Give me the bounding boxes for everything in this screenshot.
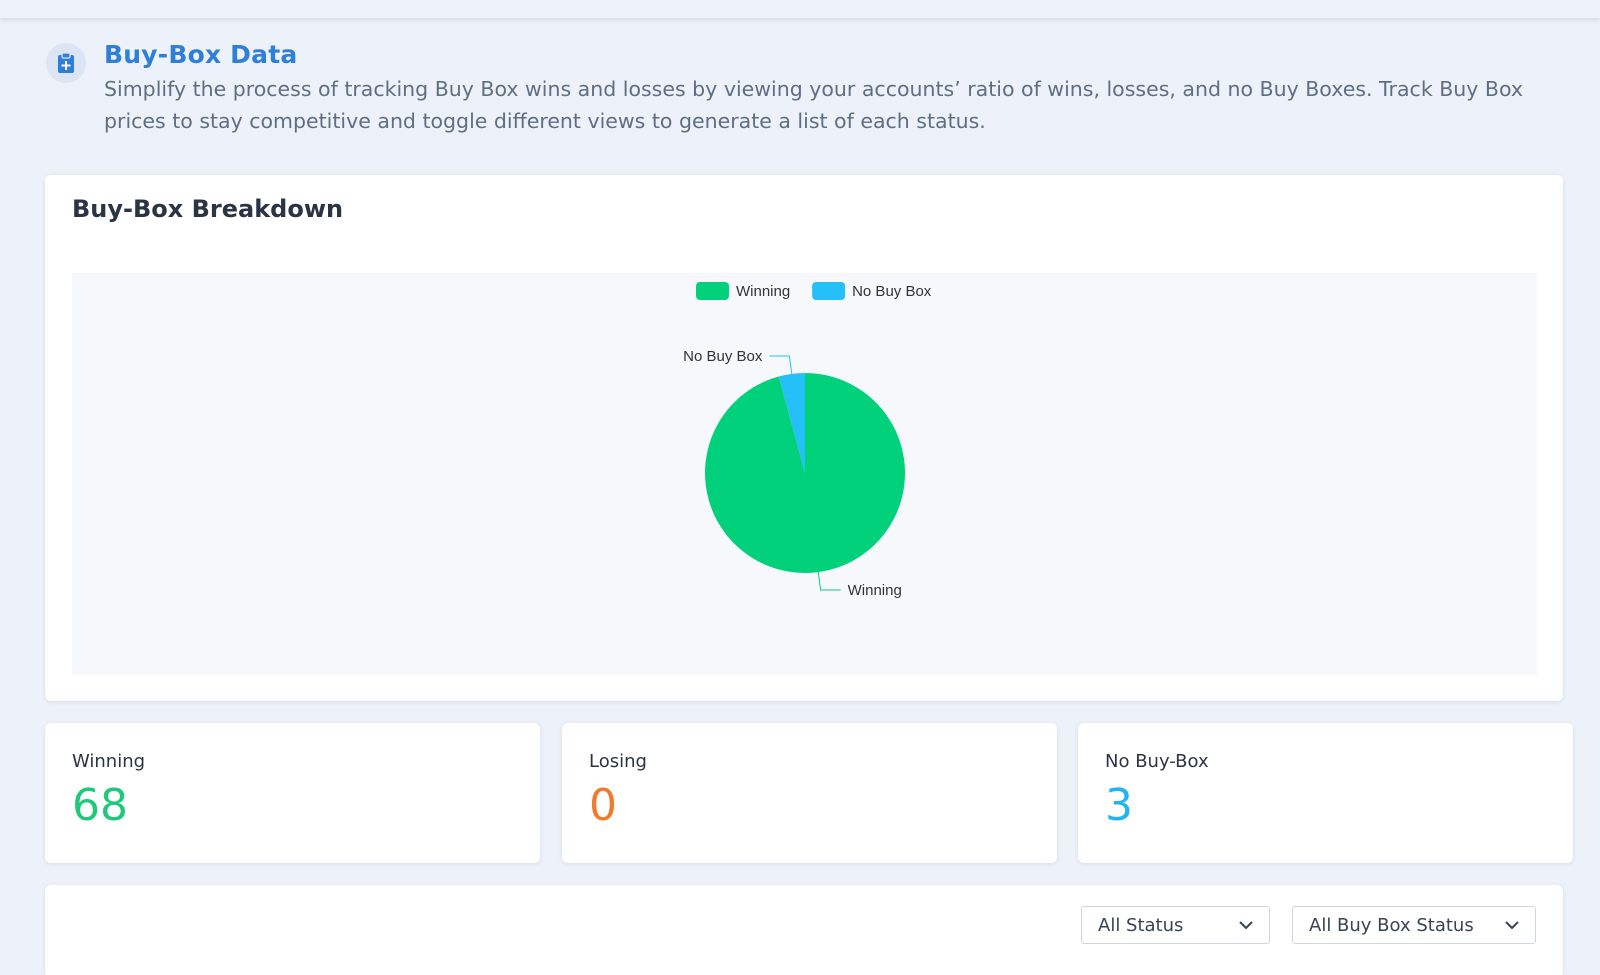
legend-swatch bbox=[812, 282, 846, 300]
stat-card-winning: Winning 68 bbox=[45, 723, 540, 863]
stat-value-winning: 68 bbox=[72, 780, 128, 831]
stat-label: No Buy-Box bbox=[1105, 751, 1209, 772]
slice-label-no-buy-box: No Buy Box bbox=[683, 348, 763, 365]
stat-value-losing: 0 bbox=[589, 780, 617, 831]
legend-swatch bbox=[696, 282, 729, 300]
stat-value-no-buybox: 3 bbox=[1105, 780, 1133, 831]
page-title: Buy-Box Data bbox=[104, 40, 298, 69]
stat-label: Winning bbox=[72, 751, 146, 772]
stat-card-losing: Losing 0 bbox=[562, 723, 1057, 863]
legend-label: No Buy Box bbox=[852, 283, 932, 300]
pie-chart: Winning No Buy Box Winning No Buy Box bbox=[683, 282, 932, 599]
status-filter-value: All Status bbox=[1098, 914, 1184, 936]
filter-bar: All Status All Buy Box Status bbox=[45, 885, 1563, 975]
chevron-down-icon bbox=[1505, 918, 1519, 932]
pie-chart-area: Winning No Buy Box Winning No Buy Box bbox=[72, 273, 1537, 675]
stat-card-no-buybox: No Buy-Box 3 bbox=[1078, 723, 1573, 863]
top-bar bbox=[0, 0, 1600, 18]
page-description: Simplify the process of tracking Buy Box… bbox=[104, 77, 1524, 133]
legend-item-winning[interactable]: Winning bbox=[696, 282, 790, 300]
slice-label-line bbox=[817, 572, 841, 591]
breakdown-card: Buy-Box Breakdown Winning No Buy Box Winni… bbox=[45, 175, 1563, 701]
slice-label-line bbox=[769, 355, 793, 374]
legend-item-no-buy-box[interactable]: No Buy Box bbox=[812, 282, 932, 300]
slice-label-winning: Winning bbox=[848, 582, 902, 599]
status-filter-select[interactable]: All Status bbox=[1081, 906, 1270, 944]
buybox-status-filter-select[interactable]: All Buy Box Status bbox=[1292, 906, 1536, 944]
buybox-status-filter-value: All Buy Box Status bbox=[1309, 914, 1474, 936]
breakdown-title: Buy-Box Breakdown bbox=[72, 195, 344, 223]
stat-label: Losing bbox=[589, 751, 647, 772]
legend-label: Winning bbox=[736, 283, 790, 300]
chevron-down-icon bbox=[1239, 918, 1253, 932]
clipboard-plus-icon bbox=[46, 43, 86, 83]
